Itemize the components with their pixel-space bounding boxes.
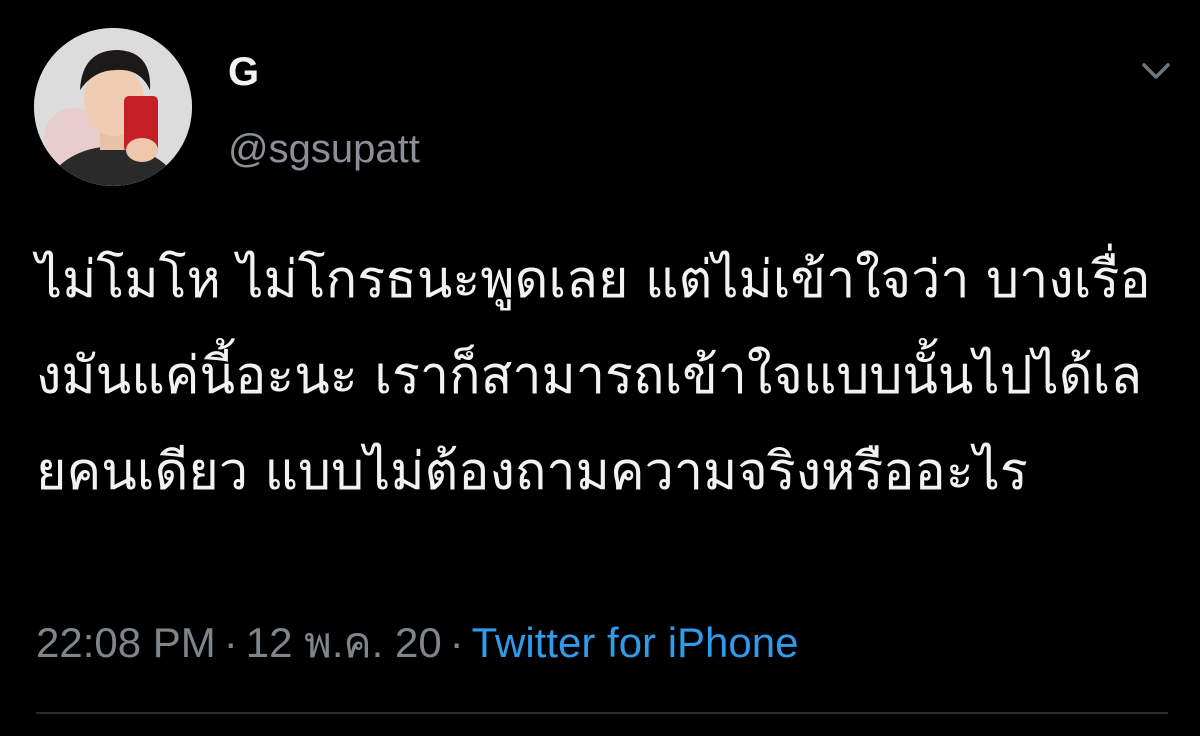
tweet-time[interactable]: 22:08 PM <box>36 619 216 666</box>
chevron-down-icon <box>1142 63 1170 79</box>
user-handle[interactable]: @sgsupatt <box>228 126 420 172</box>
tweet-date[interactable]: 12 พ.ค. 20 <box>246 619 442 666</box>
tweet: G @sgsupatt ไม่โมโห ไม่โกรธนะพูดเลย แต่ไ… <box>0 0 1200 736</box>
profile-photo-icon <box>34 28 192 186</box>
more-options-button[interactable] <box>1136 54 1176 88</box>
tweet-source-link[interactable]: Twitter for iPhone <box>472 619 799 666</box>
meta-separator: · <box>449 619 464 666</box>
display-name[interactable]: G <box>228 50 259 94</box>
avatar[interactable] <box>34 28 192 186</box>
divider <box>36 712 1168 714</box>
tweet-text: ไม่โมโห ไม่โกรธนะพูดเลย แต่ไม่เข้าใจว่า … <box>36 250 1151 502</box>
tweet-meta: 22:08 PM · 12 พ.ค. 20 · Twitter for iPhone <box>36 618 798 668</box>
meta-separator: · <box>223 619 238 666</box>
